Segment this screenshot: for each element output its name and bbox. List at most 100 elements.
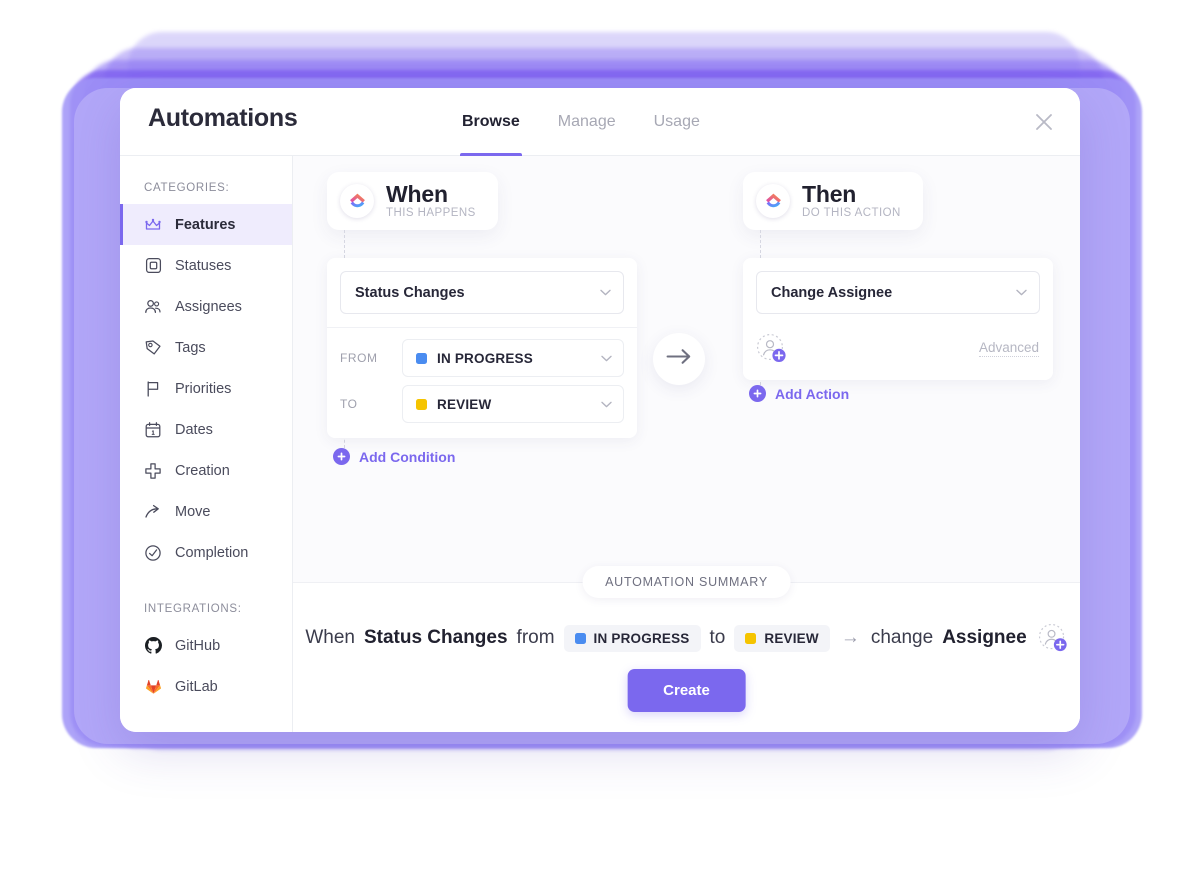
sidebar-item-statuses[interactable]: Statuses <box>120 245 292 286</box>
sidebar-item-github[interactable]: GitHub <box>120 625 292 666</box>
tab-usage[interactable]: Usage <box>652 88 702 156</box>
summary-to-value: REVIEW <box>764 630 819 646</box>
sidebar-item-label: Completion <box>175 544 249 561</box>
main-panel: When THIS HAPPENS Then DO THIS ACTION St… <box>293 156 1080 732</box>
add-condition-button[interactable]: Add Condition <box>333 448 455 465</box>
gitlab-icon <box>144 678 162 696</box>
condition-row-from: FROM IN PROGRESS <box>340 339 624 377</box>
when-subtitle: THIS HAPPENS <box>386 207 476 220</box>
automation-canvas: When THIS HAPPENS Then DO THIS ACTION St… <box>293 156 1080 582</box>
summary-arrow-icon: → <box>840 627 860 648</box>
square-outline-icon <box>144 257 162 275</box>
sidebar-item-assignees[interactable]: Assignees <box>120 286 292 327</box>
condition-rows: FROM IN PROGRESS TO REVIEW <box>327 328 637 438</box>
summary-assignee-icon[interactable] <box>1038 623 1068 653</box>
sidebar-categories-label: CATEGORIES: <box>144 182 230 194</box>
chevron-down-icon <box>601 355 612 362</box>
status-color-dot <box>416 352 427 364</box>
crown-icon <box>144 216 162 234</box>
chevron-down-icon <box>600 289 611 296</box>
summary-word-when: When <box>305 627 355 648</box>
summary-sentence: When Status Changes from IN PROGRESS to … <box>293 623 1080 653</box>
add-action-button[interactable]: Add Action <box>749 385 849 402</box>
action-select[interactable]: Change Assignee <box>756 271 1040 314</box>
close-icon[interactable] <box>1030 108 1058 136</box>
automation-summary: AUTOMATION SUMMARY When Status Changes f… <box>293 566 1080 732</box>
then-badge-text: Then DO THIS ACTION <box>802 181 901 220</box>
trigger-select-wrap: Status Changes <box>327 258 637 327</box>
then-badge: Then DO THIS ACTION <box>743 172 923 231</box>
action-card: Change Assignee Advanced <box>743 258 1053 380</box>
sidebar-item-tags[interactable]: Tags <box>120 327 292 368</box>
arrow-curve-icon <box>144 503 162 521</box>
summary-word-from: from <box>516 627 555 648</box>
from-label: FROM <box>340 351 378 365</box>
from-status-select[interactable]: IN PROGRESS <box>402 339 624 377</box>
sidebar-item-move[interactable]: Move <box>120 491 292 532</box>
summary-word-to: to <box>709 627 726 648</box>
summary-trigger: Status Changes <box>363 627 508 648</box>
trigger-select-value: Status Changes <box>355 284 465 301</box>
plus-icon <box>749 385 766 402</box>
window-body: CATEGORIES: Features Statuses Assignees … <box>120 156 1080 732</box>
then-title: Then <box>802 181 857 207</box>
summary-chip: AUTOMATION SUMMARY <box>582 566 791 598</box>
condition-row-to: TO REVIEW <box>340 385 624 423</box>
sidebar-item-label: Assignees <box>175 298 242 315</box>
sidebar-item-label: Statuses <box>175 257 232 274</box>
status-color-dot <box>416 398 427 410</box>
sidebar-item-label: GitHub <box>175 637 221 654</box>
sidebar-item-completion[interactable]: Completion <box>120 532 292 573</box>
sidebar-item-creation[interactable]: Creation <box>120 450 292 491</box>
plus-icon <box>333 448 350 465</box>
summary-from-badge: IN PROGRESS <box>563 624 701 652</box>
to-status-value: REVIEW <box>437 396 492 412</box>
add-assignee-icon[interactable] <box>756 333 787 364</box>
to-label: TO <box>340 397 358 411</box>
plus-cross-icon <box>144 462 162 480</box>
summary-from-value: IN PROGRESS <box>593 630 690 646</box>
chevron-down-icon <box>1016 289 1027 296</box>
to-status-value-wrap: REVIEW <box>416 397 601 412</box>
when-title: When <box>386 181 448 207</box>
sidebar-item-label: Priorities <box>175 380 232 397</box>
chevron-down-icon <box>601 401 612 408</box>
sidebar-item-gitlab[interactable]: GitLab <box>120 666 292 707</box>
tab-manage[interactable]: Manage <box>556 88 618 156</box>
trigger-card: Status Changes FROM IN PROGRESS TO REVIE… <box>327 258 637 438</box>
summary-action: Assignee <box>942 627 1027 648</box>
create-button[interactable]: Create <box>627 669 746 712</box>
add-condition-label: Add Condition <box>359 448 456 465</box>
page-title: Automations <box>148 104 298 132</box>
advanced-link[interactable]: Advanced <box>978 340 1039 357</box>
people-icon <box>144 298 162 316</box>
calendar-icon <box>144 421 162 439</box>
flag-icon <box>144 380 162 398</box>
trigger-select[interactable]: Status Changes <box>340 271 624 314</box>
add-action-label: Add Action <box>775 385 850 402</box>
sidebar-item-features[interactable]: Features <box>120 204 292 245</box>
tab-browse[interactable]: Browse <box>460 88 522 156</box>
tab-bar: Browse Manage Usage <box>460 88 702 156</box>
sidebar-item-priorities[interactable]: Priorities <box>120 368 292 409</box>
window-header: Automations Browse Manage Usage <box>120 88 1080 156</box>
clickup-logo-icon <box>756 184 790 219</box>
then-subtitle: DO THIS ACTION <box>802 207 901 220</box>
to-status-select[interactable]: REVIEW <box>402 385 624 423</box>
sidebar-integrations-label: INTEGRATIONS: <box>144 603 242 615</box>
arrow-right-icon <box>666 348 692 370</box>
from-status-value-wrap: IN PROGRESS <box>416 351 601 366</box>
sidebar-item-label: Move <box>175 503 211 520</box>
clickup-logo-icon <box>340 184 374 219</box>
summary-word-change: change <box>870 627 934 648</box>
connector-line-when-top <box>344 230 345 258</box>
github-icon <box>144 637 162 655</box>
status-color-dot <box>574 632 586 644</box>
flow-arrow-node <box>653 333 705 385</box>
connector-line-then-top <box>760 230 761 258</box>
sidebar-item-label: GitLab <box>175 678 218 695</box>
sidebar-item-label: Tags <box>175 339 206 356</box>
sidebar-item-dates[interactable]: Dates <box>120 409 292 450</box>
sidebar-item-label: Features <box>175 216 236 233</box>
tag-icon <box>144 339 162 357</box>
